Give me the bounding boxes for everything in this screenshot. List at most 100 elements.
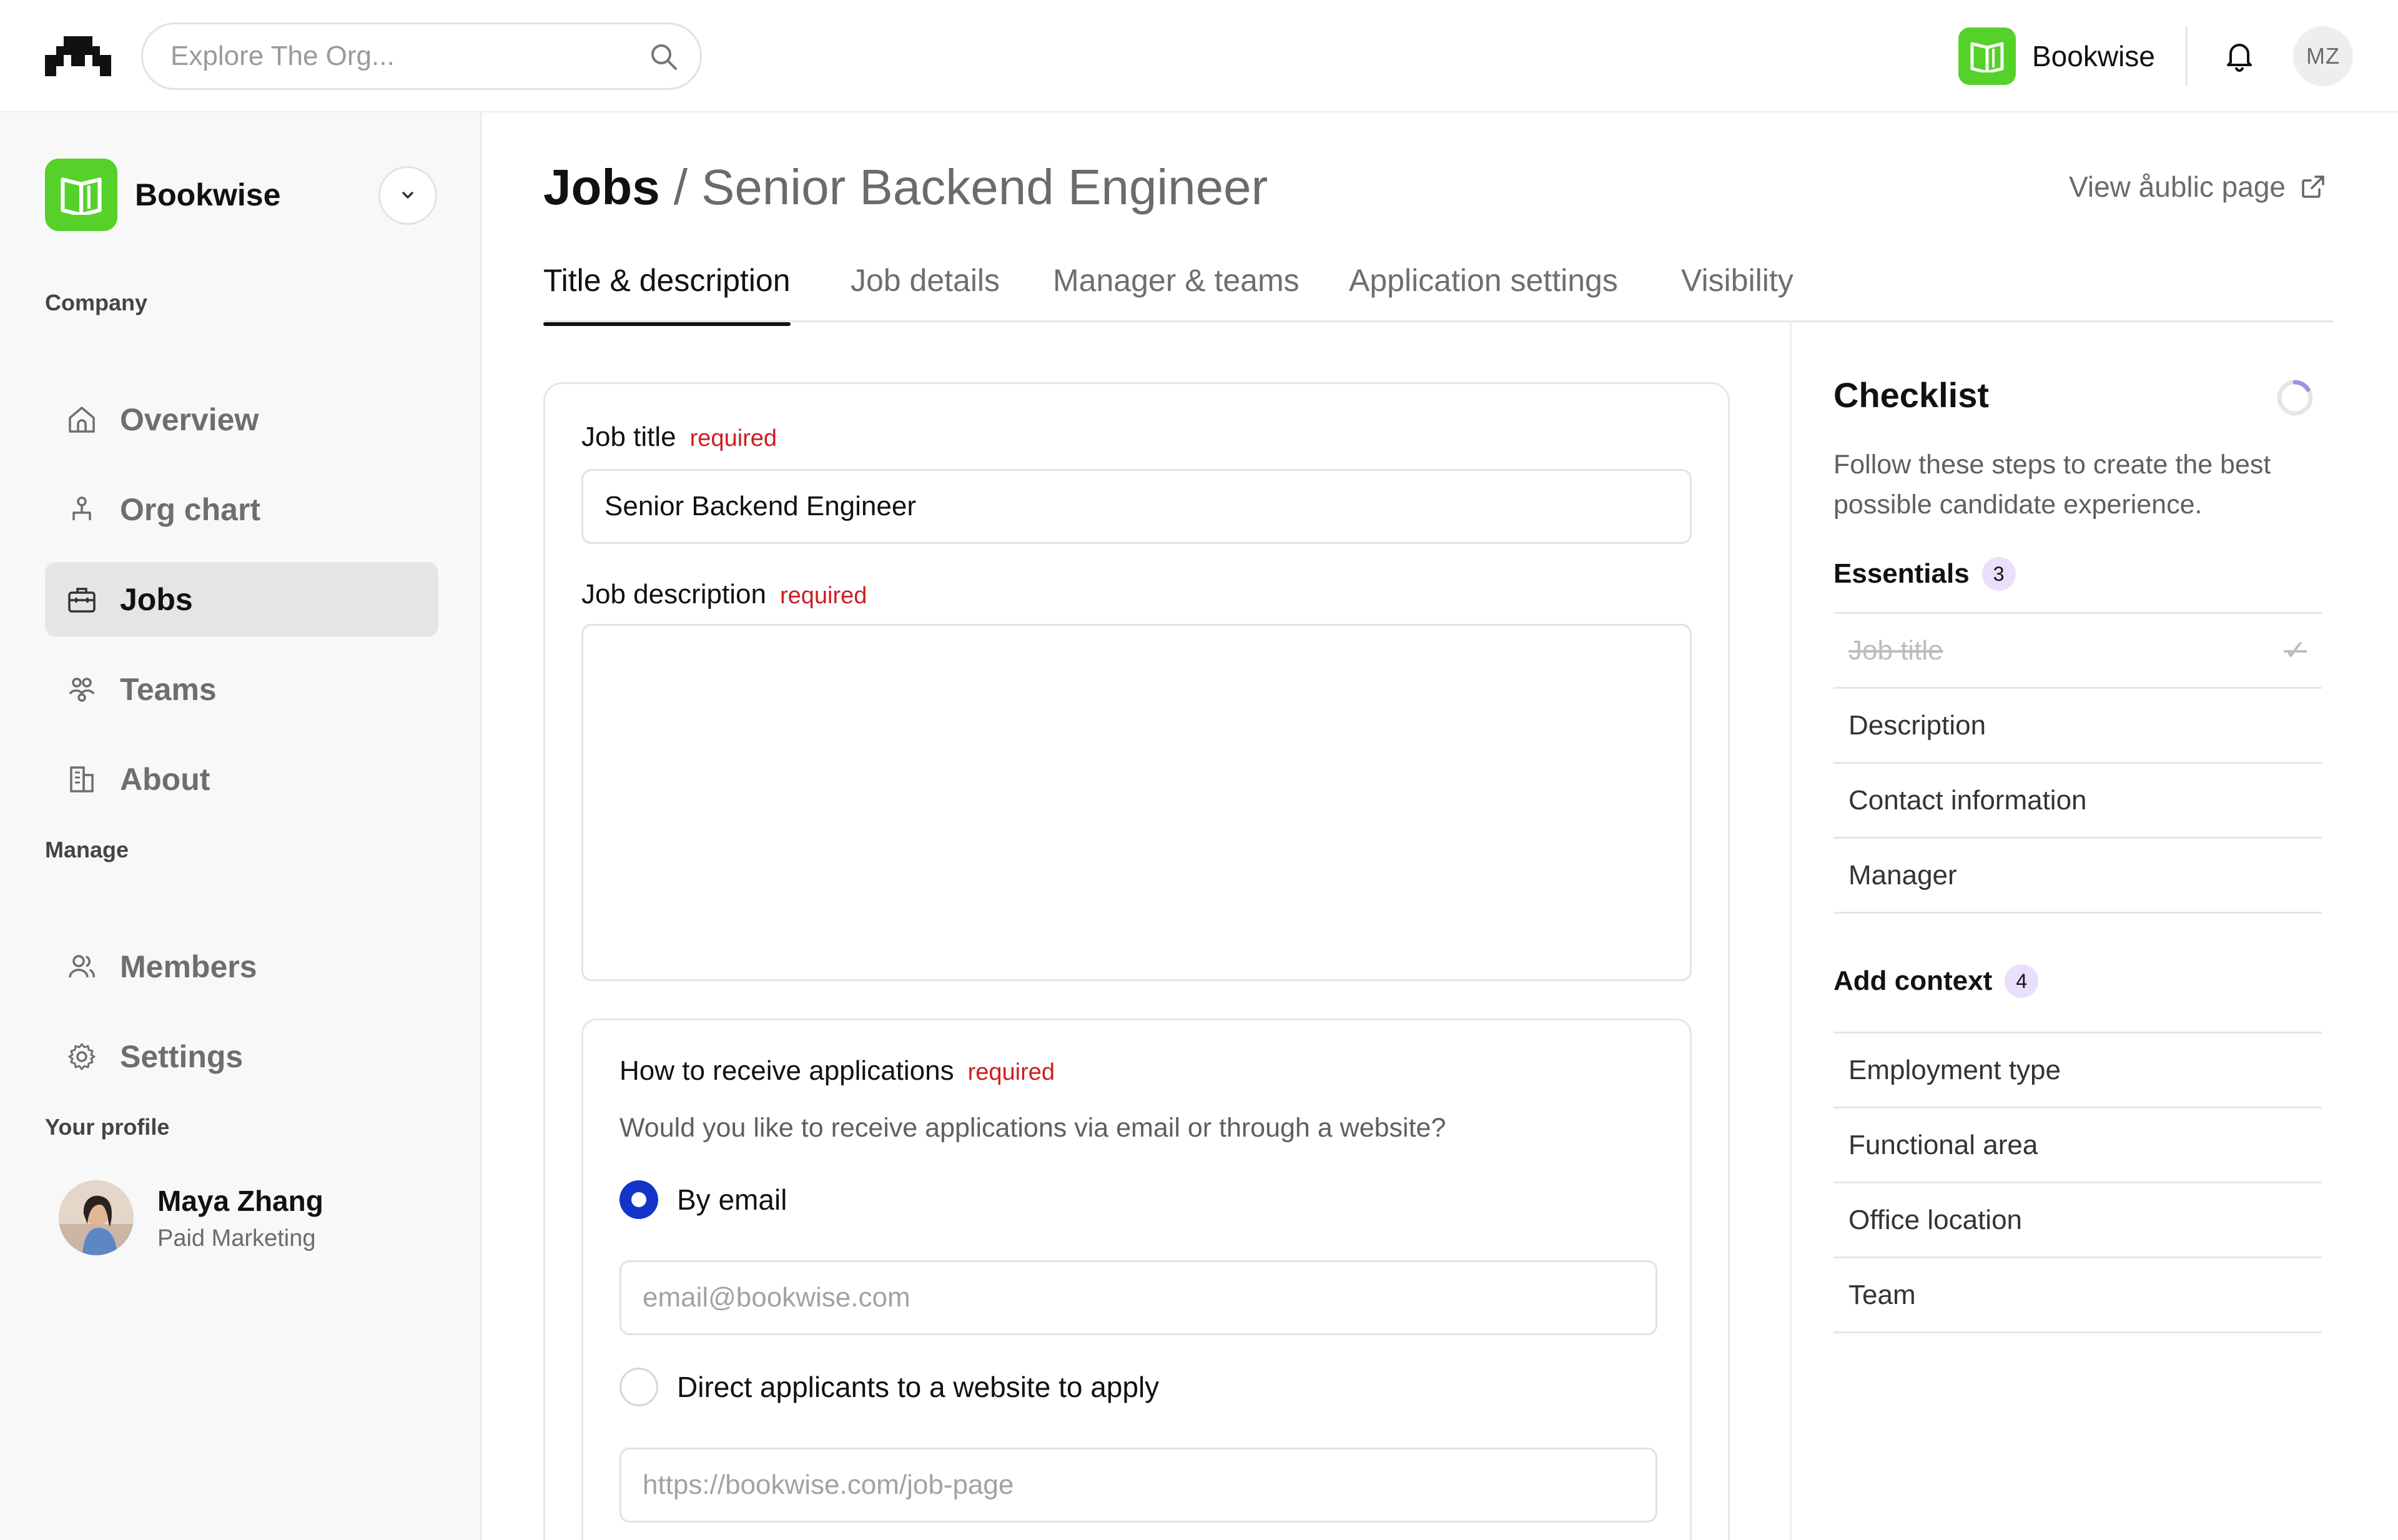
- radio-website-label: Direct applicants to a website to apply: [677, 1371, 1160, 1403]
- external-link-icon: [2302, 175, 2324, 198]
- sidebar-item-label: Org chart: [120, 492, 261, 527]
- sidebar-item-label: Overview: [120, 402, 259, 437]
- checklist-item-manager[interactable]: Manager: [1833, 839, 2322, 914]
- radio-selected-icon[interactable]: [619, 1180, 658, 1219]
- bookwise-logo-icon: [1958, 27, 2016, 85]
- profile-name: Maya Zhang: [157, 1184, 323, 1217]
- essentials-heading: Essentials 3: [1833, 557, 2016, 591]
- context-count-badge: 4: [2005, 964, 2039, 998]
- checklist-item-office-location[interactable]: Office location: [1833, 1183, 2322, 1258]
- sidebar-org-name: Bookwise: [135, 177, 281, 212]
- add-context-label: Add context: [1833, 965, 1993, 996]
- essentials-count-badge: 3: [1981, 557, 2016, 591]
- profile-role: Paid Marketing: [157, 1225, 316, 1251]
- bookwise-logo-icon: [45, 159, 117, 231]
- sidebar-item-settings[interactable]: Settings: [45, 1019, 438, 1094]
- progress-ring-icon: [2277, 380, 2313, 416]
- radio-unselected-icon[interactable]: [619, 1368, 658, 1406]
- search-bar[interactable]: [141, 22, 702, 90]
- tab-title-description[interactable]: Title & description: [543, 262, 791, 326]
- org-switcher[interactable]: Bookwise: [1958, 27, 2155, 85]
- search-icon[interactable]: [650, 43, 678, 71]
- checklist-item-contact-information[interactable]: Contact information: [1833, 764, 2322, 839]
- divider: [2186, 26, 2188, 86]
- essentials-list: Job title ✓ Description Contact informat…: [1833, 612, 2322, 914]
- user-avatar[interactable]: MZ: [2293, 26, 2353, 86]
- checklist-item-employment-type[interactable]: Employment type: [1833, 1034, 2322, 1108]
- sidebar-org: Bookwise: [45, 159, 280, 231]
- checklist-item-label: Manager: [1848, 859, 1957, 891]
- checklist-item-team[interactable]: Team: [1833, 1258, 2322, 1333]
- tab-job-details[interactable]: Job details: [851, 262, 1000, 322]
- checklist-description: Follow these steps to create the best po…: [1833, 450, 2271, 520]
- breadcrumb-current-job: Senior Backend Engineer: [701, 159, 1268, 215]
- view-public-label: View åublic page: [2069, 170, 2286, 203]
- teams-icon: [65, 673, 99, 706]
- briefcase-icon: [65, 583, 99, 616]
- sidebar-item-label: About: [120, 762, 210, 797]
- chevron-down-icon: [402, 192, 413, 199]
- section-your-profile: Your profile: [45, 1114, 170, 1140]
- sidebar-item-members[interactable]: Members: [45, 929, 438, 1004]
- checklist-item-description[interactable]: Description: [1833, 689, 2322, 764]
- sidebar-item-teams[interactable]: Teams: [45, 652, 438, 727]
- search-input[interactable]: [170, 24, 645, 88]
- sidebar-item-label: Settings: [120, 1039, 244, 1074]
- essentials-label: Essentials: [1833, 558, 1970, 589]
- breadcrumb-separator: /: [673, 159, 688, 215]
- column-divider: [1790, 322, 1792, 1540]
- sidebar-item-jobs[interactable]: Jobs: [45, 562, 438, 637]
- home-icon: [65, 403, 99, 437]
- sidebar-item-overview[interactable]: Overview: [45, 382, 438, 457]
- page-title: Jobs / Senior Backend Engineer: [543, 157, 1268, 217]
- section-company: Company: [45, 290, 148, 315]
- checklist-item-label: Job title: [1848, 634, 1943, 666]
- org-name: Bookwise: [2032, 40, 2155, 72]
- sidebar-item-label: Teams: [120, 672, 217, 707]
- sidebar-item-label: Jobs: [120, 582, 193, 617]
- members-icon: [65, 950, 99, 984]
- website-url-field[interactable]: [619, 1448, 1657, 1523]
- applications-section: How to receive applications required Woul…: [581, 1019, 1692, 1540]
- checkmark-icon: ✓: [2284, 635, 2307, 666]
- avatar: [59, 1180, 134, 1255]
- sidebar: Bookwise Company Overview Org chart Jobs…: [0, 112, 482, 1540]
- context-list: Employment type Functional area Office l…: [1833, 1032, 2322, 1333]
- profile-text: Maya Zhang Paid Marketing: [157, 1184, 323, 1252]
- job-title-input[interactable]: [581, 469, 1692, 544]
- tab-bar: Title & description Job details Manager …: [543, 256, 2333, 326]
- required-tag: required: [779, 583, 867, 609]
- job-title-label-text: Job title: [581, 422, 676, 452]
- checklist-item-label: Office location: [1848, 1204, 2023, 1235]
- sidebar-item-about[interactable]: About: [45, 742, 438, 817]
- gear-icon: [65, 1040, 99, 1074]
- add-context-heading: Add context 4: [1833, 964, 2039, 998]
- required-tag: required: [967, 1059, 1055, 1085]
- checklist-title: Checklist: [1833, 375, 1989, 415]
- applications-help-text: Would you like to receive applications v…: [619, 1113, 1446, 1143]
- breadcrumb-jobs[interactable]: Jobs: [543, 159, 660, 215]
- radio-website[interactable]: Direct applicants to a website to apply: [619, 1368, 1159, 1406]
- building-icon: [65, 763, 99, 796]
- tab-visibility[interactable]: Visibility: [1681, 262, 1794, 322]
- bell-icon[interactable]: [2222, 39, 2257, 74]
- checklist-item-job-title[interactable]: Job title ✓: [1833, 614, 2322, 689]
- profile-card[interactable]: Maya Zhang Paid Marketing: [59, 1180, 323, 1255]
- applications-label: How to receive applications required: [619, 1055, 1055, 1087]
- job-description-textarea[interactable]: [581, 624, 1692, 981]
- checklist-item-label: Functional area: [1848, 1129, 2038, 1160]
- top-bar: Bookwise MZ: [0, 0, 2398, 112]
- checklist-item-label: Contact information: [1848, 784, 2087, 816]
- checklist-item-label: Employment type: [1848, 1054, 2061, 1085]
- email-field[interactable]: [619, 1260, 1657, 1335]
- sidebar-item-org-chart[interactable]: Org chart: [45, 472, 438, 547]
- app-logo-icon[interactable]: [45, 36, 111, 76]
- job-form-card: Job title required Job description require…: [543, 382, 1730, 1540]
- org-dropdown-button[interactable]: [378, 166, 437, 225]
- tab-application-settings[interactable]: Application settings: [1349, 262, 1618, 322]
- radio-by-email[interactable]: By email: [619, 1180, 787, 1219]
- tab-manager-teams[interactable]: Manager & teams: [1053, 262, 1300, 322]
- view-public-page-link[interactable]: View åublic page: [2069, 170, 2327, 204]
- checklist-item-functional-area[interactable]: Functional area: [1833, 1108, 2322, 1183]
- applications-label-text: How to receive applications: [619, 1055, 954, 1086]
